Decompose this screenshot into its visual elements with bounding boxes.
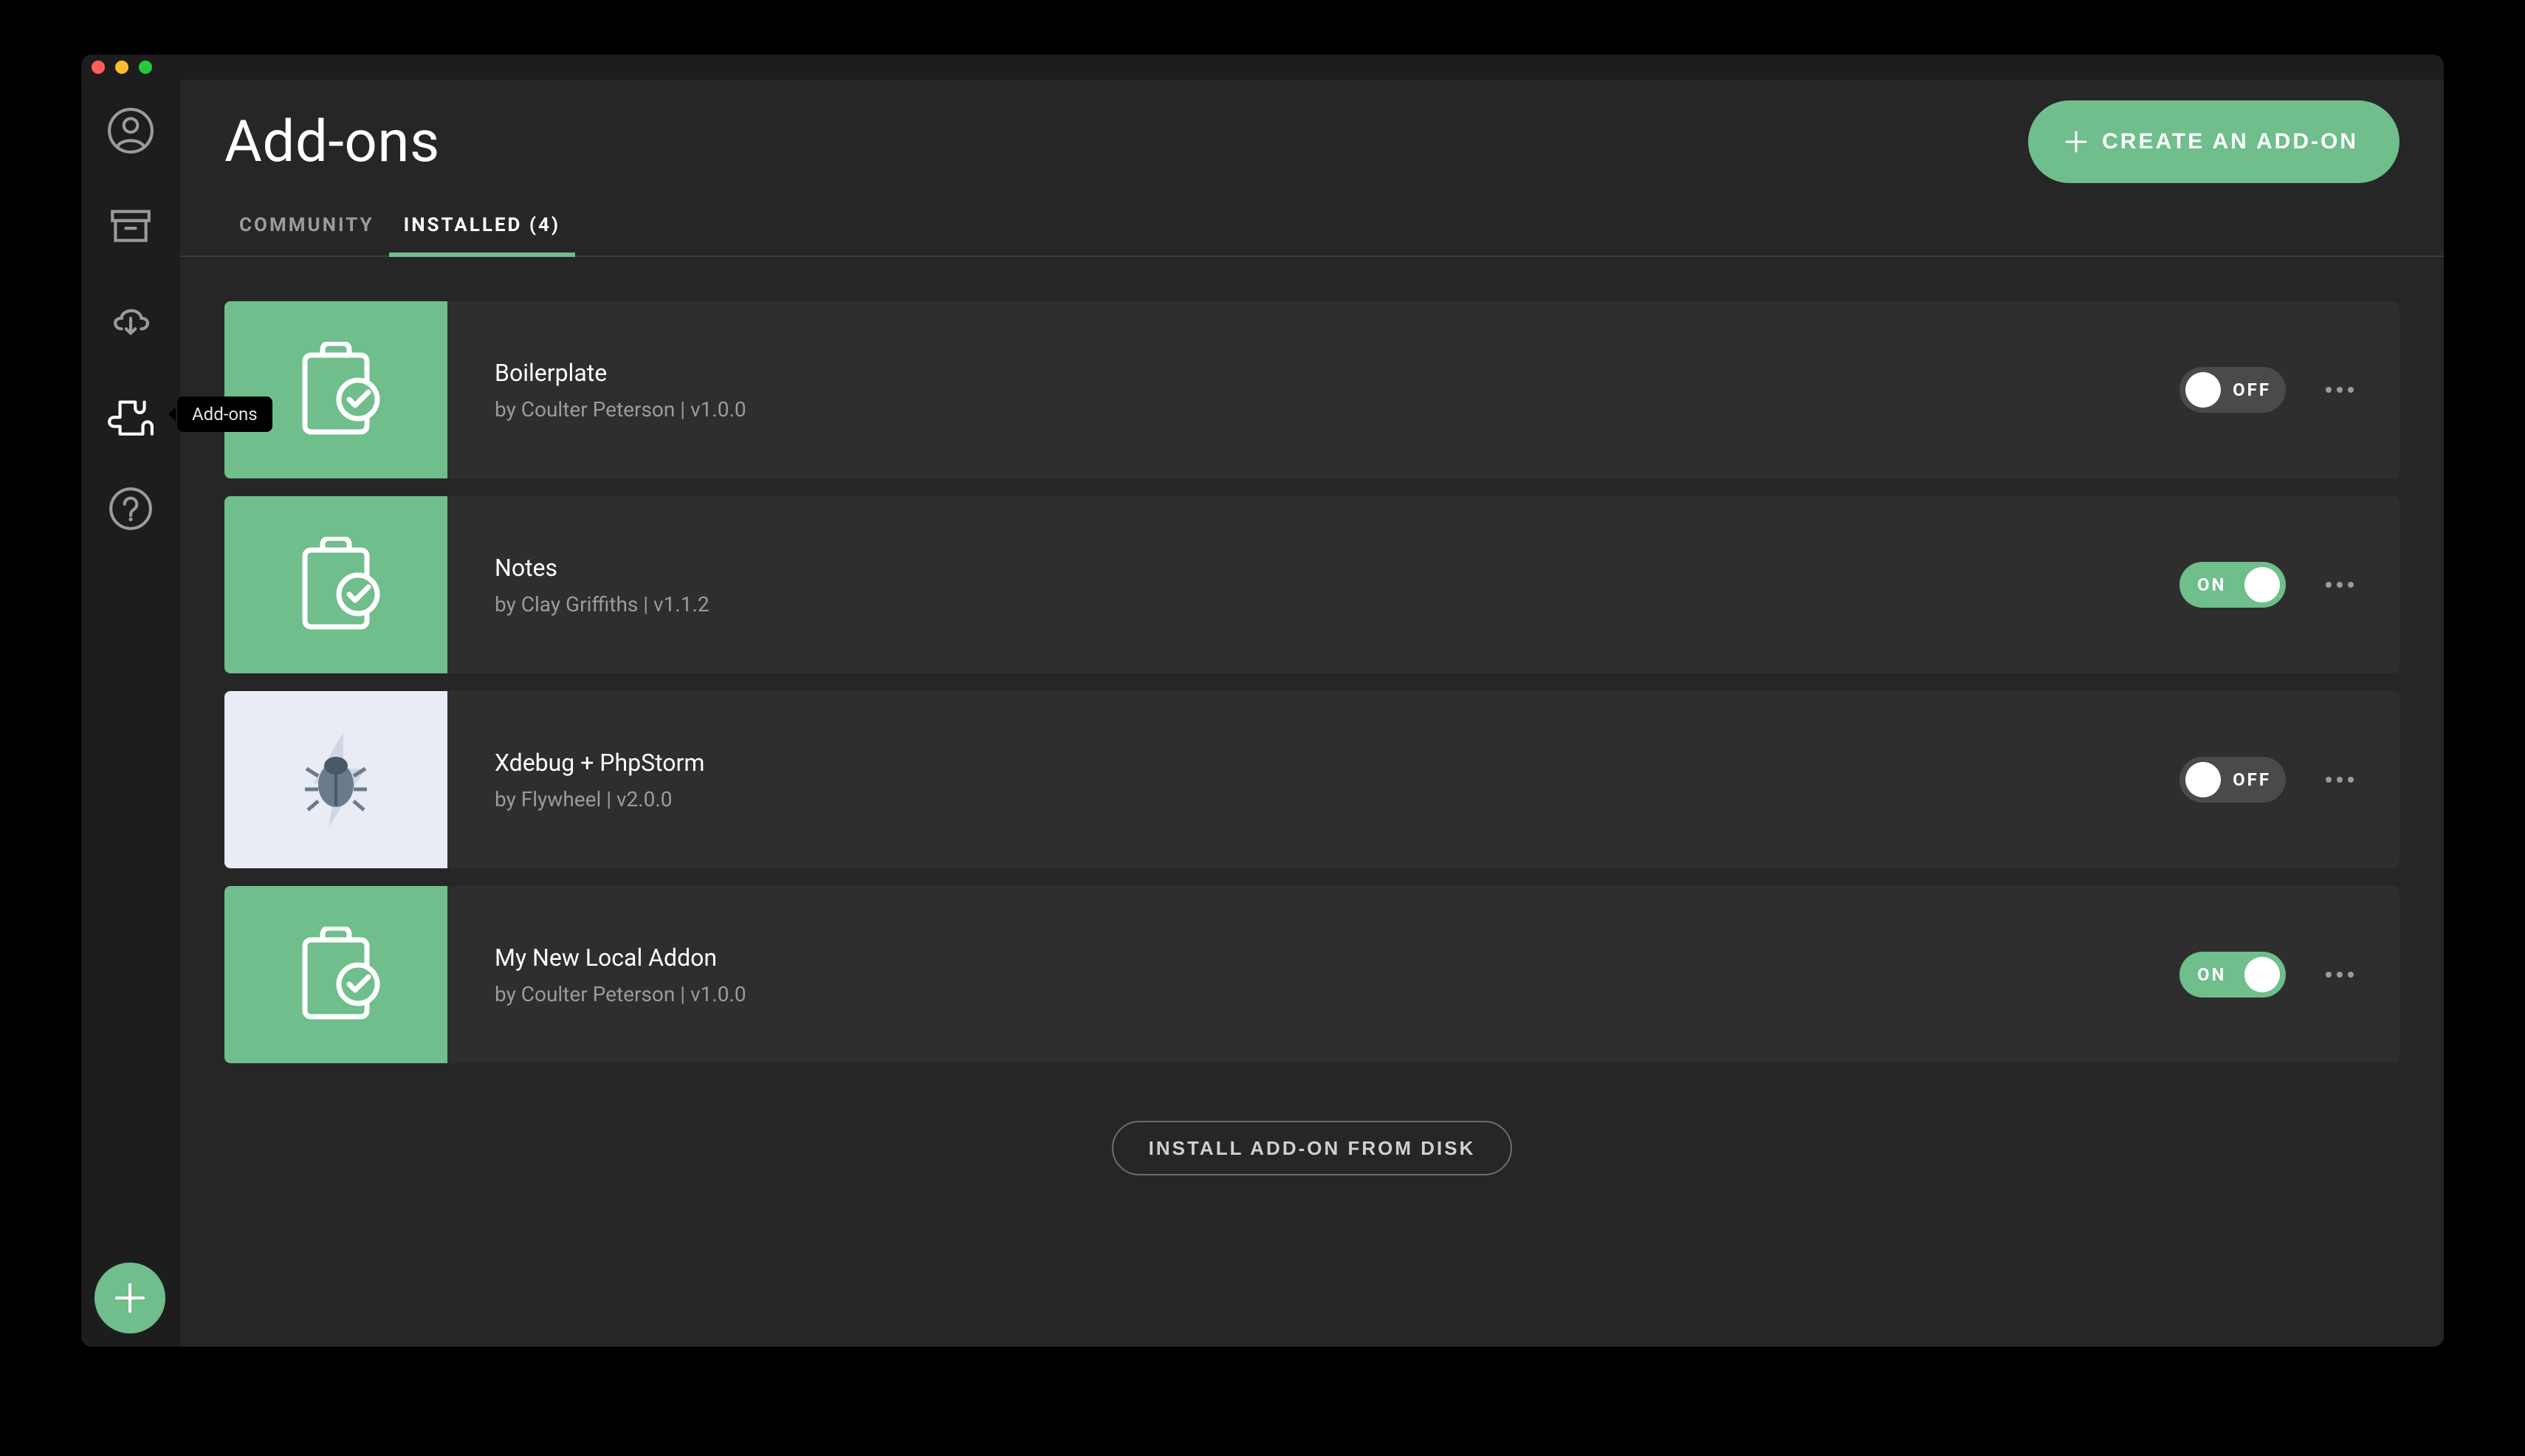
addon-enable-toggle[interactable]: ON [2179,562,2286,608]
more-horizontal-icon [2325,581,2354,588]
addon-meta: My New Local Addon by Coulter Peterson | … [447,944,2179,1006]
addon-actions: ON [2179,562,2399,608]
addon-title: My New Local Addon [495,944,2179,972]
addon-enable-toggle[interactable]: OFF [2179,367,2286,413]
toggle-label: OFF [2233,769,2271,790]
addon-title: Boilerplate [495,359,2179,387]
plus-icon [2064,129,2089,154]
addon-more-button[interactable] [2321,371,2358,408]
more-horizontal-icon [2325,776,2354,783]
clipboard-check-icon [292,342,380,438]
install-from-disk-button[interactable]: INSTALL ADD-ON FROM DISK [1112,1121,1513,1175]
toggle-label: ON [2197,574,2226,595]
clipboard-check-icon [292,927,380,1023]
sidebar-item-connect[interactable] [106,295,155,344]
addon-title: Notes [495,554,2179,582]
sidebar-item-addons[interactable]: Add-ons [106,390,155,439]
create-addon-label: CREATE AN ADD-ON [2102,129,2358,154]
addon-thumbnail [224,301,447,478]
addon-subtitle: by Clay Griffiths | v1.1.2 [495,592,2179,617]
main-content: Add-ons CREATE AN ADD-ON COMMUNITY INSTA… [180,80,2444,1347]
bug-bolt-icon [292,732,380,828]
addon-row[interactable]: My New Local Addon by Coulter Peterson | … [224,886,2399,1063]
addon-actions: OFF [2179,367,2399,413]
addon-thumbnail [224,886,447,1063]
addon-list: Boilerplate by Coulter Peterson | v1.0.0 O… [180,257,2444,1063]
archive-icon [106,201,155,250]
tab-installed[interactable]: INSTALLED (4) [389,214,575,255]
addon-meta: Boilerplate by Coulter Peterson | v1.0.0 [447,359,2179,422]
addon-title: Xdebug + PhpStorm [495,749,2179,777]
addon-row[interactable]: Notes by Clay Griffiths | v1.1.2 ON [224,496,2399,673]
page-title: Add-ons [224,109,440,176]
addon-meta: Xdebug + PhpStorm by Flywheel | v2.0.0 [447,749,2179,811]
addon-row[interactable]: Xdebug + PhpStorm by Flywheel | v2.0.0 OFF [224,691,2399,868]
cloud-download-icon [106,295,155,344]
addon-actions: OFF [2179,757,2399,803]
toggle-knob [2185,762,2221,797]
sidebar-tooltip: Add-ons [177,396,272,432]
tabs: COMMUNITY INSTALLED (4) [180,183,2444,257]
addon-actions: ON [2179,952,2399,997]
addon-row[interactable]: Boilerplate by Coulter Peterson | v1.0.0 O… [224,301,2399,478]
user-circle-icon [106,106,155,155]
toggle-knob [2244,957,2280,992]
sidebar-item-account[interactable] [106,106,155,155]
toggle-knob [2185,372,2221,408]
toggle-label: ON [2197,964,2226,985]
puzzle-icon [106,390,155,439]
sidebar-item-help[interactable] [106,484,155,533]
window-minimize-icon[interactable] [115,61,128,74]
addon-subtitle: by Coulter Peterson | v1.0.0 [495,982,2179,1006]
window-titlebar [81,55,2444,80]
toggle-label: OFF [2233,380,2271,400]
create-addon-button[interactable]: CREATE AN ADD-ON [2028,100,2399,183]
more-horizontal-icon [2325,971,2354,978]
plus-icon [112,1280,148,1316]
add-site-button[interactable] [95,1263,165,1333]
window-zoom-icon[interactable] [139,61,152,74]
app-window: Add-ons Ad [81,55,2444,1347]
addon-more-button[interactable] [2321,566,2358,603]
addon-subtitle: by Coulter Peterson | v1.0.0 [495,397,2179,422]
addon-subtitle: by Flywheel | v2.0.0 [495,787,2179,811]
sidebar-item-sites[interactable] [106,201,155,250]
addon-more-button[interactable] [2321,761,2358,798]
clipboard-check-icon [292,537,380,633]
addon-thumbnail [224,691,447,868]
addon-enable-toggle[interactable]: OFF [2179,757,2286,803]
tab-community[interactable]: COMMUNITY [224,214,389,255]
addon-enable-toggle[interactable]: ON [2179,952,2286,997]
sidebar: Add-ons [81,80,180,1347]
addon-meta: Notes by Clay Griffiths | v1.1.2 [447,554,2179,617]
addon-more-button[interactable] [2321,956,2358,993]
more-horizontal-icon [2325,386,2354,394]
help-circle-icon [106,484,155,533]
toggle-knob [2244,567,2280,602]
window-close-icon[interactable] [92,61,105,74]
addon-thumbnail [224,496,447,673]
